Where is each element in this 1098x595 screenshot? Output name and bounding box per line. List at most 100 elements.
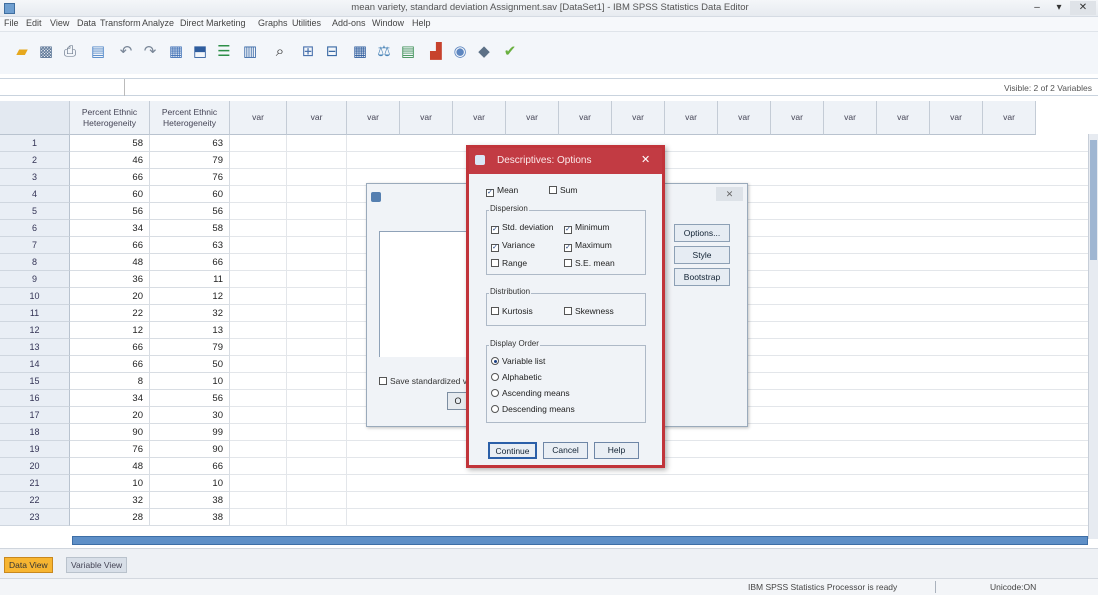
tab-variable-view[interactable]: Variable View: [66, 557, 128, 573]
empty-column-header[interactable]: var: [559, 101, 612, 135]
empty-column-header[interactable]: var: [506, 101, 559, 135]
vertical-scrollbar[interactable]: [1088, 134, 1098, 539]
goto-variable-icon[interactable]: ⬒: [190, 42, 210, 62]
menu-direct-marketing[interactable]: Direct Marketing: [180, 18, 246, 28]
close-button[interactable]: ✕: [1070, 1, 1096, 15]
goto-case-icon[interactable]: ▦: [166, 42, 186, 62]
alphabetic-radio-dot[interactable]: [491, 373, 499, 381]
table-cell[interactable]: 28: [70, 509, 150, 526]
empty-column-header[interactable]: var: [230, 101, 287, 135]
table-cell[interactable]: 66: [70, 356, 150, 373]
empty-cell[interactable]: [287, 271, 347, 288]
save-icon[interactable]: ▩: [36, 42, 56, 62]
continue-button[interactable]: Continue: [488, 442, 537, 459]
table-cell[interactable]: 48: [70, 254, 150, 271]
row-header[interactable]: 23: [0, 509, 70, 526]
select-cases-icon[interactable]: ▤: [398, 42, 418, 62]
empty-row-region[interactable]: [347, 441, 1088, 458]
row-header[interactable]: 9: [0, 271, 70, 288]
style-button[interactable]: Style: [674, 246, 730, 264]
empty-cell[interactable]: [230, 135, 287, 152]
skewness-box[interactable]: [564, 307, 572, 315]
table-cell[interactable]: 66: [150, 458, 230, 475]
weight-cases-icon[interactable]: ⚖: [374, 42, 394, 62]
table-cell[interactable]: 66: [70, 169, 150, 186]
descending-means-radio-dot[interactable]: [491, 405, 499, 413]
empty-cell[interactable]: [230, 373, 287, 390]
empty-row-region[interactable]: [347, 152, 1088, 169]
empty-cell[interactable]: [287, 407, 347, 424]
options-button[interactable]: Options...: [674, 224, 730, 242]
table-cell[interactable]: 38: [150, 492, 230, 509]
kurtosis-checkbox[interactable]: Kurtosis: [491, 306, 533, 317]
empty-column-header[interactable]: var: [877, 101, 930, 135]
table-cell[interactable]: 36: [70, 271, 150, 288]
table-cell[interactable]: 90: [150, 441, 230, 458]
empty-cell[interactable]: [287, 475, 347, 492]
table-cell[interactable]: 32: [70, 492, 150, 509]
empty-cell[interactable]: [287, 237, 347, 254]
se-mean-box[interactable]: [564, 259, 572, 267]
menu-window[interactable]: Window: [372, 18, 404, 28]
variance-box[interactable]: ✓: [491, 244, 499, 252]
table-cell[interactable]: 38: [150, 509, 230, 526]
empty-column-header[interactable]: var: [287, 101, 347, 135]
empty-cell[interactable]: [230, 492, 287, 509]
row-header[interactable]: 1: [0, 135, 70, 152]
empty-column-header[interactable]: var: [718, 101, 771, 135]
table-cell[interactable]: 50: [150, 356, 230, 373]
table-cell[interactable]: 79: [150, 152, 230, 169]
empty-cell[interactable]: [287, 509, 347, 526]
row-header[interactable]: 20: [0, 458, 70, 475]
variable-list-radio-dot[interactable]: [491, 357, 499, 365]
table-cell[interactable]: 48: [70, 458, 150, 475]
empty-cell[interactable]: [230, 271, 287, 288]
column-header-2[interactable]: Percent Ethnic Heterogeneity: [150, 101, 230, 135]
menu-transform[interactable]: Transform: [100, 18, 141, 28]
se-mean-checkbox[interactable]: S.E. mean: [564, 258, 615, 269]
table-cell[interactable]: 10: [150, 475, 230, 492]
empty-column-header[interactable]: var: [665, 101, 718, 135]
open-folder-icon[interactable]: ▰: [12, 42, 32, 62]
row-header[interactable]: 11: [0, 305, 70, 322]
kurtosis-box[interactable]: [491, 307, 499, 315]
table-cell[interactable]: 56: [70, 203, 150, 220]
row-header[interactable]: 8: [0, 254, 70, 271]
use-sets-icon[interactable]: ◉: [450, 42, 470, 62]
minimize-button[interactable]: –: [1026, 1, 1048, 15]
empty-cell[interactable]: [230, 424, 287, 441]
table-cell[interactable]: 58: [150, 220, 230, 237]
empty-cell[interactable]: [230, 254, 287, 271]
empty-column-header[interactable]: var: [347, 101, 400, 135]
table-cell[interactable]: 34: [70, 390, 150, 407]
empty-cell[interactable]: [287, 254, 347, 271]
maximum-box[interactable]: ✓: [564, 244, 572, 252]
value-labels-icon[interactable]: ▟: [426, 42, 446, 62]
table-cell[interactable]: 12: [150, 288, 230, 305]
table-cell[interactable]: 56: [150, 390, 230, 407]
empty-cell[interactable]: [230, 169, 287, 186]
empty-cell[interactable]: [230, 152, 287, 169]
empty-cell[interactable]: [230, 322, 287, 339]
table-cell[interactable]: 30: [150, 407, 230, 424]
mean-checkbox[interactable]: ✓ Mean: [486, 185, 518, 197]
empty-row-region[interactable]: [347, 492, 1088, 509]
table-cell[interactable]: 10: [70, 475, 150, 492]
empty-column-header[interactable]: var: [453, 101, 506, 135]
horizontal-scrollbar[interactable]: [72, 536, 1088, 545]
empty-cell[interactable]: [287, 169, 347, 186]
descriptives-close-button[interactable]: ✕: [716, 187, 743, 201]
table-cell[interactable]: 90: [70, 424, 150, 441]
table-cell[interactable]: 63: [150, 135, 230, 152]
row-header[interactable]: 17: [0, 407, 70, 424]
cell-reference-box[interactable]: [0, 79, 125, 96]
empty-cell[interactable]: [230, 203, 287, 220]
sum-box[interactable]: [549, 186, 557, 194]
std-deviation-checkbox[interactable]: ✓ Std. deviation: [491, 222, 554, 234]
std-deviation-box[interactable]: ✓: [491, 226, 499, 234]
table-cell[interactable]: 79: [150, 339, 230, 356]
ascending-means-radio[interactable]: Ascending means: [491, 388, 570, 399]
empty-cell[interactable]: [287, 288, 347, 305]
minimum-box[interactable]: ✓: [564, 226, 572, 234]
empty-cell[interactable]: [230, 237, 287, 254]
